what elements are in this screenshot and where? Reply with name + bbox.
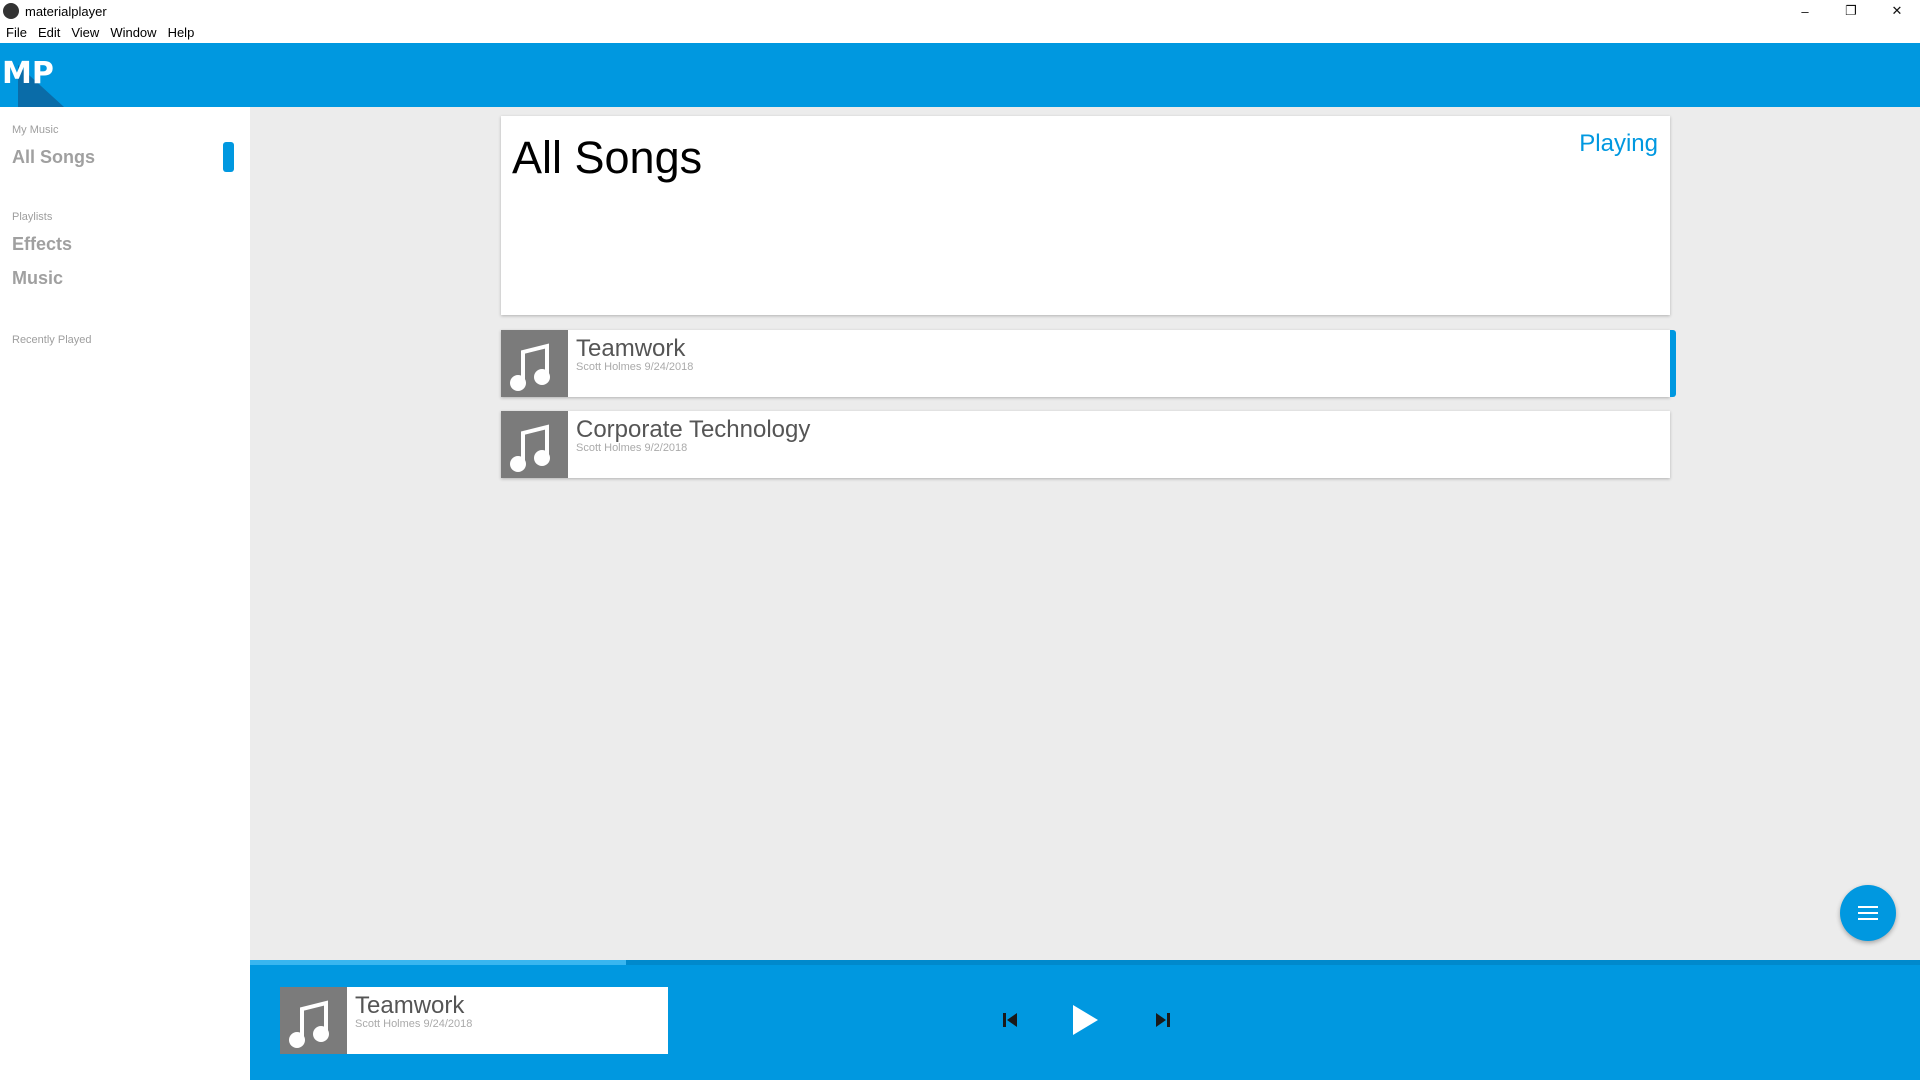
skip-next-icon	[1156, 1013, 1170, 1027]
mp-logo: MP	[0, 43, 64, 107]
section-label-recently-played: Recently Played	[12, 334, 92, 346]
song-artist-date: Scott Holmes 9/2/2018	[576, 442, 688, 454]
player-bar: Teamwork Scott Holmes 9/24/2018	[250, 965, 1920, 1080]
song-row[interactable]: Corporate Technology Scott Holmes 9/2/20…	[501, 411, 1670, 478]
song-artist-date: Scott Holmes 9/24/2018	[576, 361, 694, 373]
playing-link[interactable]: Playing	[1579, 130, 1658, 158]
menu-view[interactable]: View	[71, 25, 99, 40]
title-bar: materialplayer – ❐ ✕	[0, 0, 1920, 22]
now-playing-title: Teamwork	[355, 992, 465, 1019]
song-row[interactable]: Teamwork Scott Holmes 9/24/2018	[501, 330, 1676, 397]
svg-text:MP: MP	[2, 56, 54, 91]
play-icon	[1073, 1005, 1098, 1035]
app-header: MP	[0, 43, 1920, 107]
song-title: Corporate Technology	[576, 416, 811, 443]
music-note-icon	[280, 987, 347, 1054]
section-label-playlists: Playlists	[12, 211, 53, 223]
active-indicator	[223, 142, 234, 172]
previous-button[interactable]	[995, 997, 1025, 1043]
song-title: Teamwork	[576, 335, 686, 362]
section-label-my-music: My Music	[12, 124, 59, 136]
sidebar-item-music[interactable]: Music	[12, 268, 63, 289]
now-playing-artist-date: Scott Holmes 9/24/2018	[355, 1018, 473, 1030]
page-title: All Songs	[512, 132, 703, 183]
menu-window[interactable]: Window	[110, 25, 156, 40]
window-controls: – ❐ ✕	[1782, 0, 1920, 22]
sidebar-item-all-songs[interactable]: All Songs	[12, 147, 95, 168]
main-content: All Songs Playing Teamwork Scott Holmes …	[250, 107, 1920, 960]
next-button[interactable]	[1148, 997, 1178, 1043]
window-title: materialplayer	[25, 3, 107, 19]
close-button[interactable]: ✕	[1874, 0, 1920, 22]
menu-help[interactable]: Help	[168, 25, 195, 40]
skip-previous-icon	[1003, 1013, 1017, 1027]
sidebar: My Music All Songs Playlists Effects Mus…	[0, 107, 250, 1080]
page-header-card: All Songs Playing	[501, 116, 1670, 315]
play-button[interactable]	[1068, 997, 1102, 1043]
menu-edit[interactable]: Edit	[38, 25, 60, 40]
music-note-icon	[501, 411, 568, 478]
app-icon	[3, 3, 19, 19]
minimize-button[interactable]: –	[1782, 0, 1828, 22]
active-row-indicator	[1670, 330, 1676, 397]
restore-button[interactable]: ❐	[1828, 0, 1874, 22]
menu-bar: File Edit View Window Help	[0, 22, 1920, 43]
menu-icon	[1858, 906, 1878, 920]
sidebar-item-effects[interactable]: Effects	[12, 234, 72, 255]
now-playing-card[interactable]: Teamwork Scott Holmes 9/24/2018	[280, 987, 668, 1054]
fab-menu-button[interactable]	[1840, 885, 1896, 941]
menu-file[interactable]: File	[6, 25, 27, 40]
music-note-icon	[501, 330, 568, 397]
